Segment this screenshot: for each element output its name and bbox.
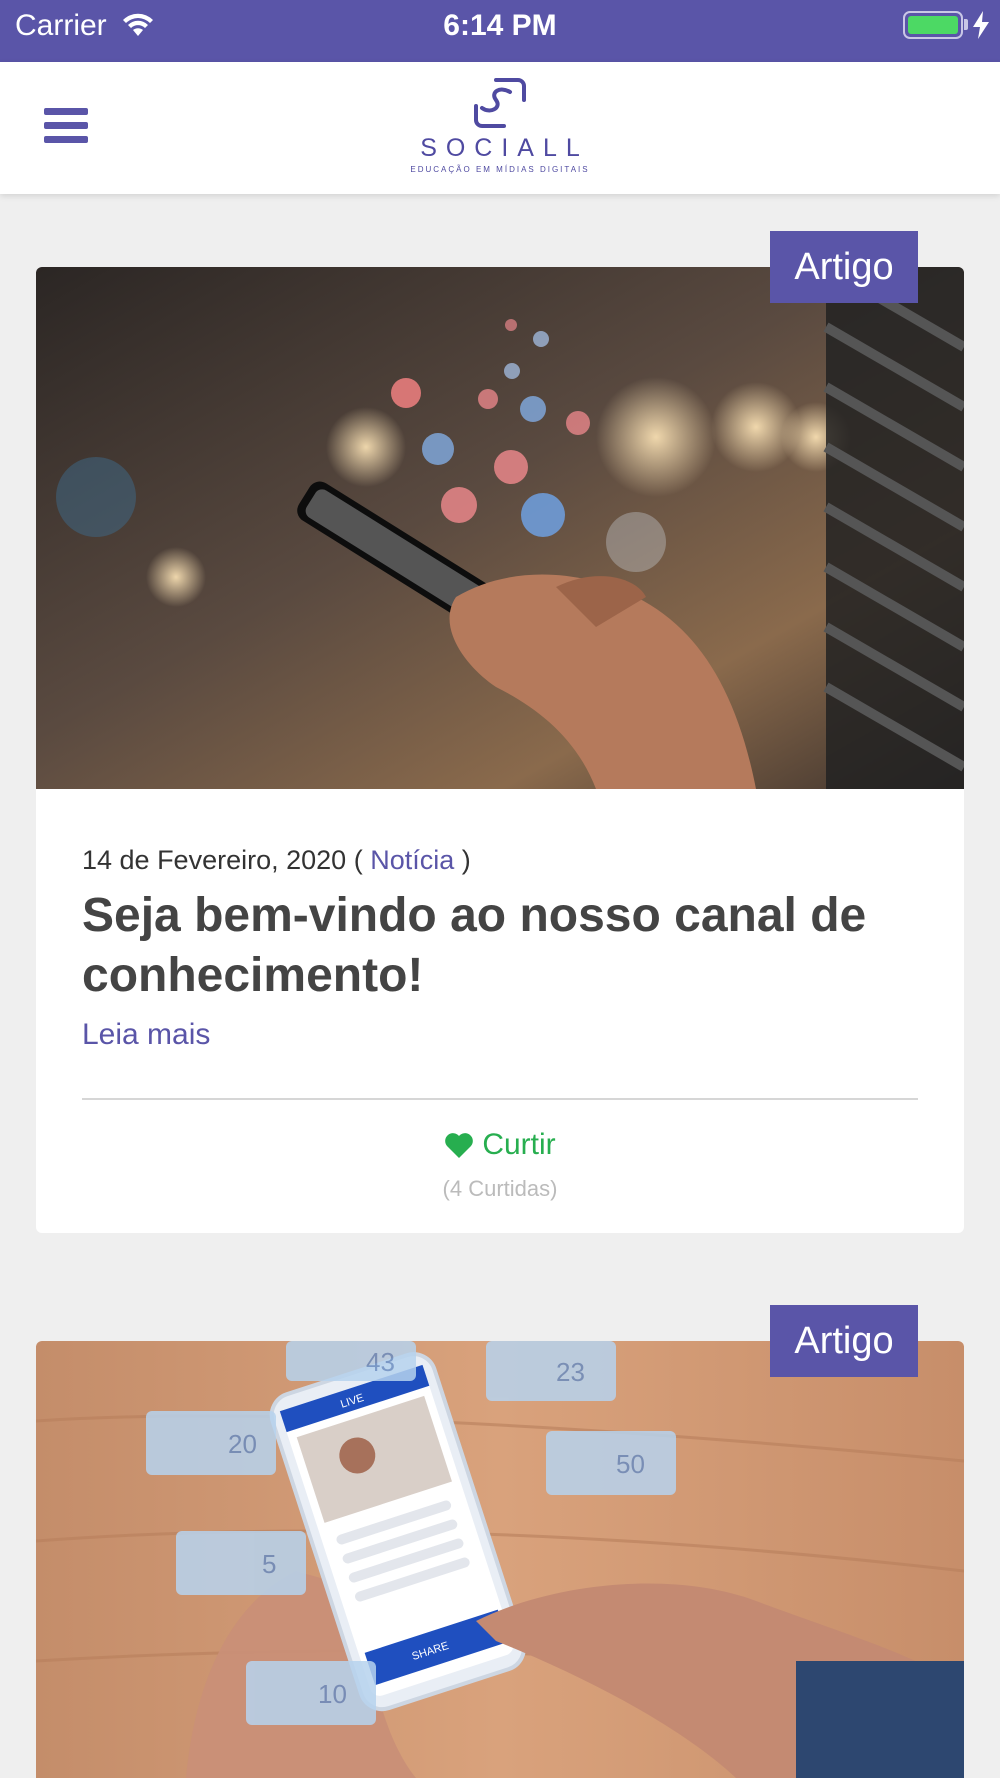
battery-icon xyxy=(903,11,963,39)
status-bar: Carrier 6:14 PM xyxy=(0,0,1000,62)
divider xyxy=(82,1098,918,1100)
stat-locations: 5 xyxy=(262,1549,276,1579)
read-more-link[interactable]: Leia mais xyxy=(82,1018,210,1052)
status-time: 6:14 PM xyxy=(443,9,557,42)
stat-shares: 10 xyxy=(318,1679,347,1709)
sociall-logo[interactable]: SOCIALL EDUCAÇÃO EM MÍDIAS DIGITAIS xyxy=(380,76,620,186)
logo-brand-text: SOCIALL xyxy=(420,134,589,162)
post-category-link[interactable]: Notícia xyxy=(370,845,454,875)
like-label: Curtir xyxy=(482,1128,556,1161)
logo-mark-icon xyxy=(474,78,526,128)
post-type-badge: Artigo xyxy=(770,231,918,303)
post-meta: 14 de Fevereiro, 2020 ( Notícia ) xyxy=(82,845,471,875)
stat-videos: 20 xyxy=(228,1429,257,1459)
stat-comments: 43 xyxy=(366,1347,395,1377)
post-image[interactable] xyxy=(36,267,964,789)
stat-messages: 23 xyxy=(556,1357,585,1387)
post-date: 14 de Fevereiro, 2020 xyxy=(82,845,347,875)
charging-bolt-icon xyxy=(973,11,989,39)
heart-icon xyxy=(445,1133,474,1158)
app-header: SOCIALL EDUCAÇÃO EM MÍDIAS DIGITAIS xyxy=(0,62,1000,194)
logo-tagline: EDUCAÇÃO EM MÍDIAS DIGITAIS xyxy=(410,165,590,174)
post-image[interactable]: LIVE SHARE 43 23 20 50 5 10 xyxy=(36,1341,964,1778)
hamburger-menu-icon[interactable] xyxy=(44,108,88,146)
like-button[interactable]: Curtir xyxy=(82,1128,918,1162)
smartphone-social-photo xyxy=(36,267,964,789)
post-card[interactable]: Artigo LIVE SHARE 43 23 20 50 5 10 xyxy=(36,1305,964,1778)
post-card[interactable]: Artigo 14 de Fevereiro, 2020 (Notícia)… xyxy=(36,231,964,1233)
stat-followers: 50 xyxy=(616,1449,645,1479)
post-type-badge: Artigo xyxy=(770,1305,918,1377)
post-title[interactable]: Seja bem-vindo ao nosso canal de conheci… xyxy=(82,886,918,1006)
live-stream-phone-photo: LIVE SHARE 43 23 20 50 5 10 xyxy=(36,1341,964,1778)
likes-count: (4 Curtidas) xyxy=(442,1176,558,1201)
